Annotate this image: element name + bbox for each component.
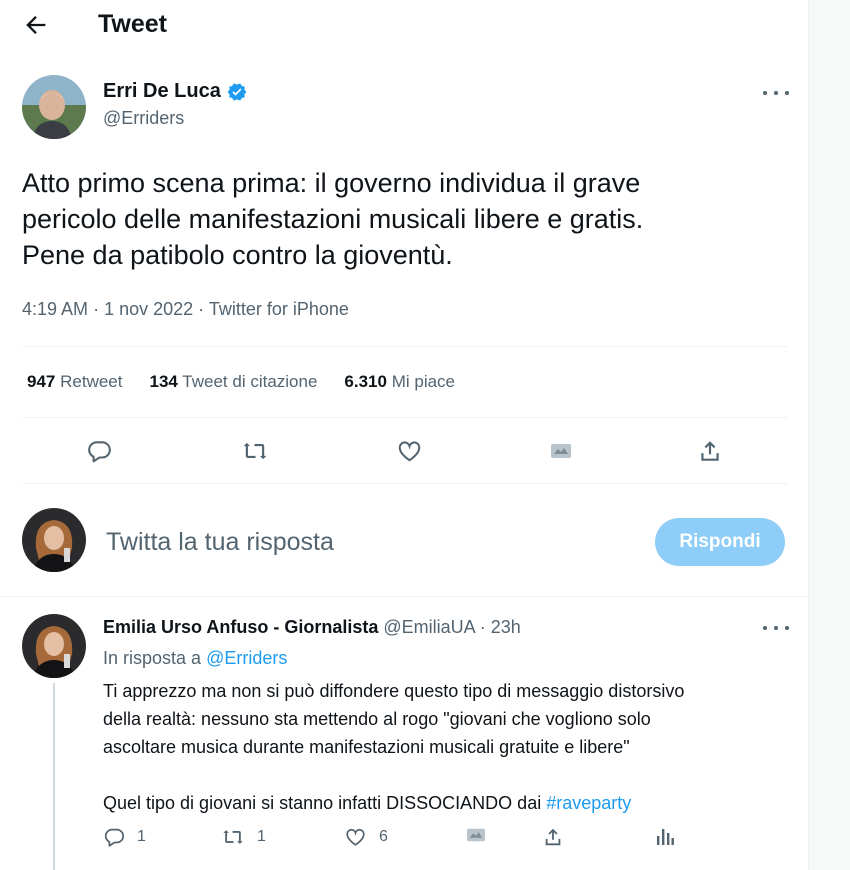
tweet-date[interactable]: 1 nov 2022 [104, 299, 193, 319]
reply-time[interactable]: 23h [491, 617, 521, 637]
share-icon [545, 828, 561, 846]
hashtag-link[interactable]: #raveparty [546, 793, 631, 813]
retweets-count: 1 [257, 828, 266, 845]
reply-button[interactable]: Rispondi [655, 518, 785, 566]
bookmark-icon[interactable] [550, 441, 572, 461]
reply-icon[interactable] [86, 438, 112, 464]
tweet-stats: 947 Retweet 134 Tweet di citazione 6.310… [27, 372, 482, 392]
reply-text-line: Quel tipo di giovani si stanno infatti D… [103, 789, 783, 817]
thread-connector [53, 683, 55, 870]
in-reply-to: In risposta a @Erriders [103, 648, 287, 669]
reply-icon [104, 828, 125, 847]
likes-count: 6.310 [344, 372, 387, 391]
author-handle[interactable]: @Erriders [103, 108, 184, 129]
reply-text-line: Ti apprezzo ma non si può diffondere que… [103, 681, 685, 701]
section-separator [0, 596, 808, 597]
reply-input[interactable]: Twitta la tua risposta [106, 528, 334, 557]
retweets-stat[interactable]: 947 Retweet [27, 372, 122, 392]
in-reply-label: In risposta a [103, 648, 202, 668]
author-avatar[interactable] [22, 75, 86, 139]
divider [22, 417, 788, 418]
likes-label: Mi piace [391, 372, 456, 391]
bookmark-icon [467, 828, 485, 842]
like-heart-icon [346, 828, 365, 846]
quotes-stat[interactable]: 134 Tweet di citazione [149, 372, 317, 392]
reply-text-line: della realtà: nessuno sta mettendo al ro… [103, 709, 651, 729]
likes-count: 6 [379, 828, 388, 845]
meta-separator: · [198, 299, 205, 319]
reply-analytics-action[interactable] [655, 826, 675, 846]
reply-like-action[interactable]: 6 [344, 826, 388, 848]
tweet-source[interactable]: Twitter for iPhone [209, 299, 349, 319]
divider [22, 346, 788, 347]
verified-badge-icon [227, 82, 247, 101]
right-sidebar-strip [809, 0, 850, 870]
reply-text-line-prefix: Quel tipo di giovani si stanno infatti D… [103, 793, 542, 813]
retweets-count: 947 [27, 372, 56, 391]
reply-replies-action[interactable]: 1 [103, 826, 146, 848]
reply-author-avatar[interactable] [22, 614, 86, 678]
retweet-icon [223, 830, 243, 844]
tweet-text: Atto primo scena prima: il governo indiv… [22, 165, 782, 273]
likes-stat[interactable]: 6.310 Mi piace [344, 372, 455, 392]
reply-text: Ti apprezzo ma non si può diffondere que… [103, 677, 783, 817]
reply-author-name[interactable]: Emilia Urso Anfuso - Giornalista [103, 617, 378, 637]
retweets-label: Retweet [60, 372, 123, 391]
replies-count: 1 [137, 828, 146, 845]
quotes-count: 134 [149, 372, 178, 391]
quotes-label: Tweet di citazione [182, 372, 318, 391]
back-arrow-icon[interactable] [22, 11, 50, 39]
meta-separator: · [479, 617, 486, 637]
reply-header: Emilia Urso Anfuso - Giornalista @Emilia… [103, 617, 521, 638]
tweet-text-line: Atto primo scena prima: il governo indiv… [22, 168, 641, 198]
in-reply-handle-link[interactable]: @Erriders [206, 648, 287, 668]
reply-author-handle[interactable]: @EmiliaUA [383, 617, 474, 637]
page-title: Tweet [98, 10, 167, 38]
divider [22, 483, 788, 484]
tweet-column: Tweet Erri De Luca @Erriders Atto primo … [0, 0, 809, 870]
reply-text-line: ascoltare musica durante manifestazioni … [103, 737, 630, 757]
tweet-text-line: pericolo delle manifestazioni musicali l… [22, 204, 644, 234]
tweet-time[interactable]: 4:19 AM [22, 299, 88, 319]
reply-more-options-icon[interactable] [763, 623, 789, 633]
analytics-icon [657, 829, 674, 845]
like-heart-icon[interactable] [396, 438, 423, 464]
tweet-text-line: Pene da patibolo contro la gioventù. [22, 240, 453, 270]
author-name[interactable]: Erri De Luca [103, 80, 248, 103]
share-icon[interactable] [697, 437, 723, 465]
reply-share-action[interactable] [542, 826, 564, 848]
user-avatar[interactable] [22, 508, 86, 572]
reply-retweet-action[interactable]: 1 [221, 826, 266, 848]
more-options-icon[interactable] [763, 88, 789, 98]
retweet-icon[interactable] [241, 438, 269, 464]
tweet-meta: 4:19 AM · 1 nov 2022 · Twitter for iPhon… [22, 299, 349, 320]
meta-separator: · [93, 299, 100, 319]
author-name-text[interactable]: Erri De Luca [103, 80, 221, 103]
reply-bookmark-action[interactable] [466, 826, 486, 844]
